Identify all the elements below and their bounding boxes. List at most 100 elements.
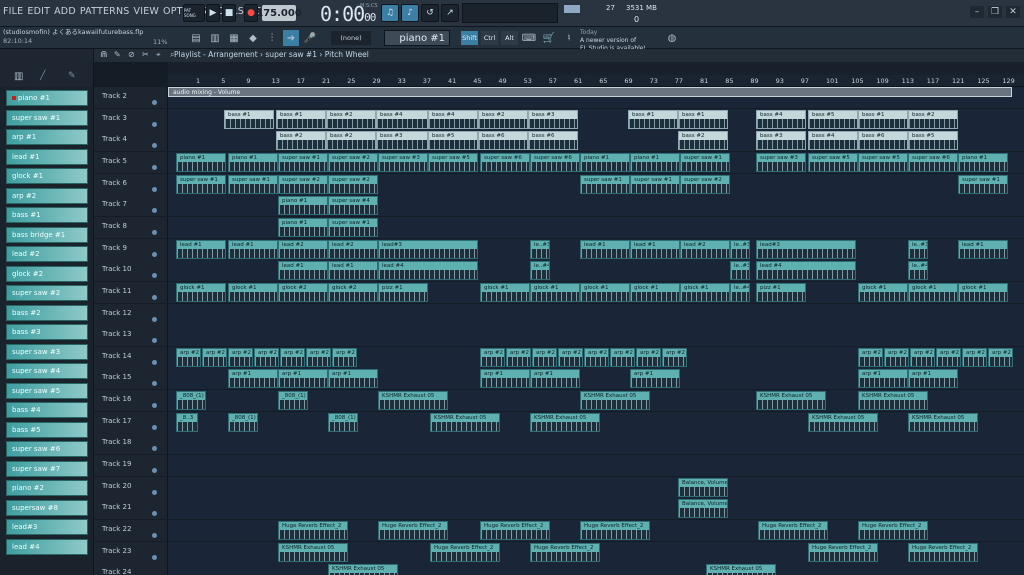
pattern-clip[interactable]: KSHMR Exhaust 05 [530, 412, 600, 432]
channel-22[interactable]: supersaw #8 [6, 499, 88, 516]
pattern-clip[interactable]: arp #1 [278, 369, 328, 389]
track-mute-dot[interactable] [152, 511, 157, 517]
pattern-clip[interactable]: super saw #2 [278, 174, 328, 194]
pattern-clip[interactable]: glock #2 [328, 282, 378, 302]
pattern-clip[interactable]: arp #2 [858, 347, 883, 367]
pattern-clip[interactable]: arp #2 [532, 347, 557, 367]
pattern-clip[interactable]: bass #2 [326, 109, 376, 129]
track-mute-dot[interactable] [152, 403, 157, 409]
pattern-clip[interactable]: arp #2 [636, 347, 661, 367]
brush-icon[interactable]: ╱ [40, 71, 45, 81]
track-lane[interactable]: piano #1 super saw #4 [168, 195, 1024, 217]
pattern-clip[interactable]: _8..3 [176, 412, 198, 432]
tool-icon-4[interactable]: ◆ [245, 30, 261, 46]
channel-3[interactable]: arp #1 [6, 129, 88, 145]
channel-12[interactable]: bass #2 [6, 304, 88, 321]
pattern-clip[interactable]: lead #1 [328, 261, 378, 281]
pattern-clip[interactable]: Huge Reverb Effect_2 [758, 521, 828, 540]
channel-8[interactable]: bass bridge #1 [6, 226, 88, 243]
pattern-clip[interactable]: KSHMR Exhaust 05 [706, 564, 776, 575]
track-lane[interactable]: arp #2 arp #2 arp #2 arp #2 arp #2 arp #2 arp … [168, 346, 1024, 368]
pattern-clip[interactable]: arp #2 [480, 347, 505, 367]
pattern-clip[interactable]: Huge Reverb Effect_2 [908, 542, 978, 562]
track-mute-dot[interactable] [152, 359, 157, 365]
pattern-clip[interactable]: Huge Reverb Effect_2 [580, 521, 650, 540]
track-header[interactable]: Track 11 [94, 281, 168, 303]
track-lane[interactable]: Balance, Volume [168, 498, 1024, 520]
pattern-clip[interactable]: super saw #5 [428, 152, 478, 172]
menu-edit[interactable]: EDIT [27, 6, 50, 20]
track-mute-dot[interactable] [152, 186, 157, 192]
ctrl-button[interactable]: Ctrl [481, 31, 498, 45]
pattern-clip[interactable]: bass #6 [478, 131, 528, 151]
channel-15[interactable]: super saw #4 [6, 363, 88, 379]
pattern-clip[interactable]: lead #1 [176, 239, 226, 259]
pattern-clip[interactable]: bass #5 [808, 109, 858, 129]
metronome-button[interactable]: ♫ [381, 4, 399, 22]
pattern-clip[interactable]: arp #1 [328, 369, 378, 389]
pattern-clip[interactable]: super saw #1 [630, 174, 680, 194]
pattern-clip[interactable]: glock #1 [228, 282, 278, 302]
track-header[interactable]: Track 18 [94, 433, 168, 455]
pattern-clip[interactable]: super saw #2 [328, 174, 378, 194]
tool-icon-5[interactable]: ⫶ [264, 30, 280, 46]
track-lane[interactable]: lead #1 lead #1 lead #2 lead #2 lead#3 le..#3… [168, 238, 1024, 260]
pattern-clip[interactable]: Balance, Volume [678, 499, 728, 519]
pattern-clip[interactable]: super saw #6 [530, 152, 580, 172]
pattern-clip[interactable]: Huge Reverb Effect_2 [378, 521, 448, 540]
track-mute-dot[interactable] [152, 468, 157, 474]
track-mute-dot[interactable] [152, 489, 157, 495]
pattern-clip[interactable]: Huge Reverb Effect_2 [530, 542, 600, 562]
pattern-clip[interactable]: bass #2 [678, 131, 728, 151]
pattern-clip[interactable]: bass #4 [376, 109, 428, 129]
track-header[interactable]: Track 8 [94, 216, 168, 238]
pattern-clip[interactable]: glock #1 [176, 282, 226, 302]
pattern-clip[interactable]: piano #1 [278, 196, 328, 216]
magnet-icon[interactable]: ⋒ [100, 50, 108, 60]
track-mute-dot[interactable] [152, 229, 157, 235]
pattern-clip[interactable]: Huge Reverb Effect_2 [858, 521, 928, 540]
pattern-clip[interactable]: arp #1 [228, 369, 278, 389]
pattern-clip[interactable]: glock #1 [680, 282, 730, 302]
track-header[interactable]: Track 17 [94, 411, 168, 433]
pencil-icon[interactable]: ✎ [68, 71, 76, 81]
pattern-clip[interactable]: bass #3 [756, 131, 806, 151]
channel-6[interactable]: arp #2 [6, 187, 88, 204]
pattern-clip[interactable]: _808_(1) [278, 391, 308, 411]
pattern-clip[interactable]: arp #1 [630, 369, 680, 389]
channel-7[interactable]: bass #1 [6, 207, 88, 223]
automation-clip[interactable]: audio mixing - Volume [168, 87, 1012, 97]
track-header[interactable]: Track 2 [94, 87, 168, 108]
pattern-clip[interactable]: super saw #4 [328, 196, 378, 216]
pattern-clip[interactable]: super saw #1 [176, 174, 226, 194]
pattern-clip[interactable]: bass #1 [678, 109, 728, 129]
pattern-clip[interactable]: bass #1 [276, 109, 326, 129]
track-header[interactable]: Track 13 [94, 325, 168, 347]
pattern-clip[interactable]: arp #2 [228, 347, 253, 367]
pattern-clip[interactable]: super saw #1 [958, 174, 1008, 194]
tool-icon-7[interactable]: 🎤 [302, 30, 318, 46]
pattern-clip[interactable]: glock #1 [958, 282, 1008, 302]
pattern-clip[interactable]: super saw #1 [278, 152, 328, 172]
pattern-clip[interactable]: le..#3 [530, 239, 550, 259]
channel-20[interactable]: super saw #7 [6, 460, 88, 477]
timeline-ruler[interactable]: 1 5 9 13 17 21 25 29 33 37 41 45 49 53 57 61 65 69 73 77 81 8… [168, 75, 1024, 87]
pattern-clip[interactable]: glock #1 [908, 282, 958, 302]
pattern-clip[interactable]: le..#3 [730, 261, 750, 281]
channel-rack-icon[interactable]: ▥ [14, 71, 23, 82]
pattern-clip[interactable]: lead #4 [756, 261, 856, 281]
pattern-clip[interactable]: Huge Reverb Effect_2 [480, 521, 550, 540]
slice-icon[interactable]: ✂ [142, 50, 149, 59]
track-lane[interactable]: super saw #1 super saw #1 super saw #2 supe… [168, 173, 1024, 195]
pattern-clip[interactable]: lead #4 [378, 261, 478, 281]
track-header[interactable]: Track 7 [94, 195, 168, 217]
pattern-clip[interactable]: KSHMR Exhaust 05 [808, 412, 878, 432]
pattern-clip[interactable]: piano #1 [278, 217, 328, 237]
menu-patterns[interactable]: PATTERNS [80, 6, 130, 20]
track-mute-dot[interactable] [152, 143, 157, 149]
pattern-clip[interactable]: arp #2 [936, 347, 961, 367]
channel-17[interactable]: bass #4 [6, 402, 88, 418]
track-mute-dot[interactable] [152, 273, 157, 279]
track-mute-dot[interactable] [152, 164, 157, 170]
pattern-clip[interactable]: lead #1 [228, 239, 278, 259]
